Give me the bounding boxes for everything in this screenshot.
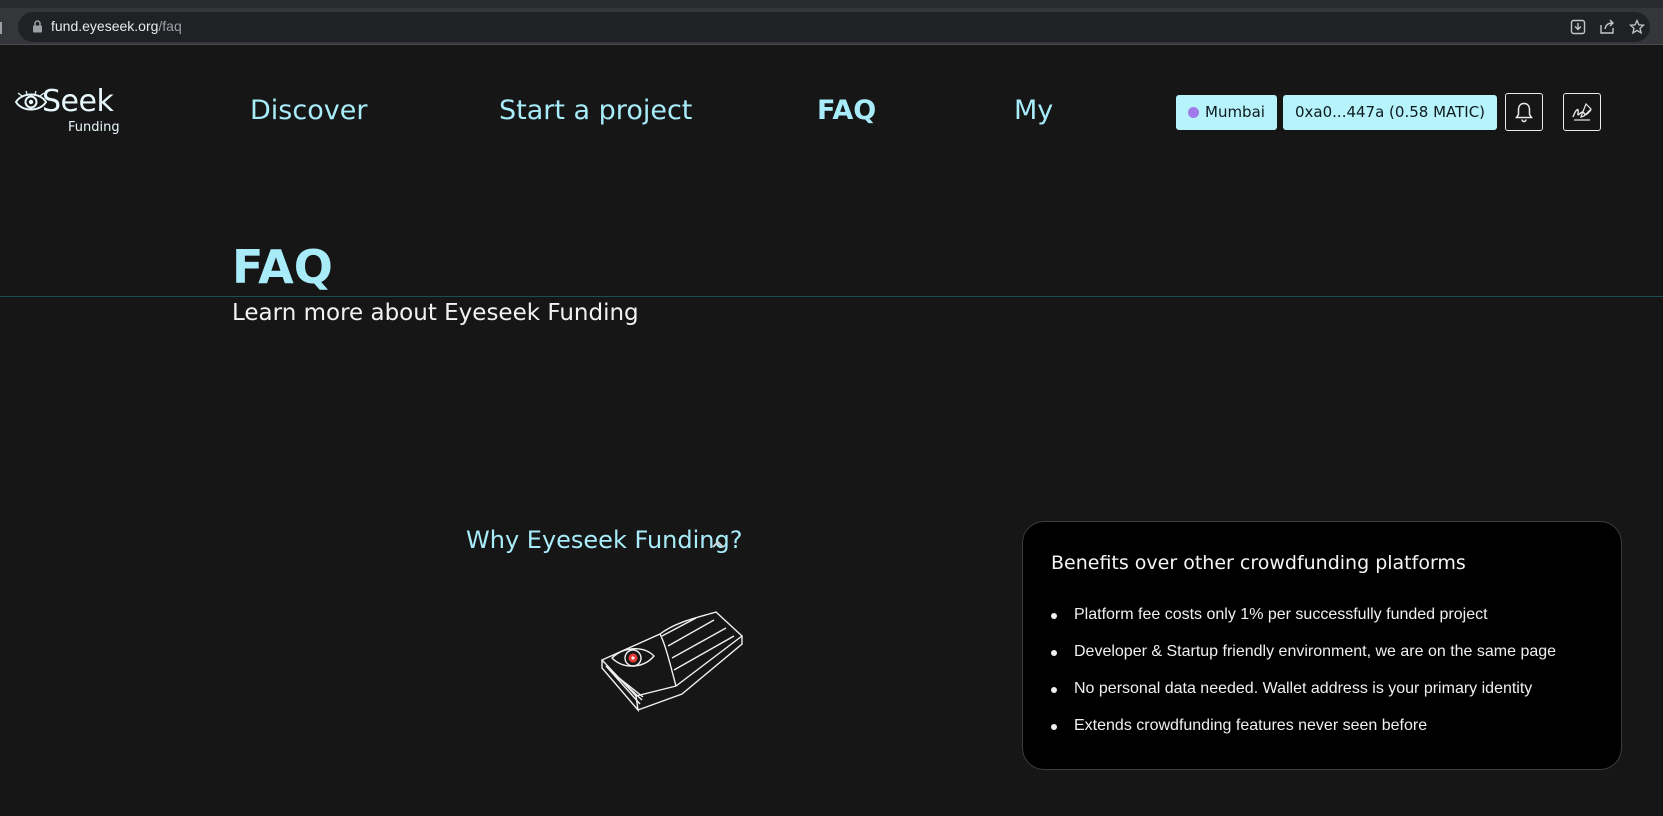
nav-faq[interactable]: FAQ [817,95,876,126]
eyeseek-logo[interactable]: Seek Funding [14,84,124,136]
benefit-text: No personal data needed. Wallet address … [1074,680,1533,697]
nav-discover[interactable]: Discover [250,95,367,126]
browser-toolbar: fund.eyeseek.org/faq [0,8,1663,44]
page-title: FAQ [232,240,333,294]
list-item: No personal data needed. Wallet address … [1051,680,1556,717]
bullet-icon [1051,724,1057,730]
network-label: Mumbai [1205,103,1265,121]
faq-question[interactable]: Why Eyeseek Funding? [466,526,742,554]
browser-tab-strip [0,0,1663,8]
chevron-up-icon[interactable] [710,538,726,550]
logo-wordmark: Seek [42,84,114,119]
profile-button[interactable] [1563,93,1601,131]
notifications-button[interactable] [1505,93,1543,131]
network-dot-icon [1188,107,1199,118]
wallet-label: 0xa0...447a (0.58 MATIC) [1295,103,1486,121]
nav-my[interactable]: My [1014,95,1053,126]
star-icon[interactable] [1629,19,1645,35]
list-item: Developer & Startup friendly environment… [1051,643,1556,680]
benefit-text: Platform fee costs only 1% per successfu… [1074,606,1488,623]
benefits-title: Benefits over other crowdfunding platfor… [1051,552,1466,574]
benefits-list: Platform fee costs only 1% per successfu… [1051,606,1556,754]
nav-start-project[interactable]: Start a project [499,95,692,126]
back-edge-icon[interactable] [0,22,4,34]
benefit-text: Extends crowdfunding features never seen… [1074,717,1428,734]
share-icon[interactable] [1599,19,1615,35]
address-bar[interactable]: fund.eyeseek.org/faq [18,12,1650,42]
signature-icon [1572,102,1592,121]
book-eye-illustration [600,611,744,713]
install-icon[interactable] [1570,19,1586,35]
benefits-card: Benefits over other crowdfunding platfor… [1022,521,1622,770]
url-path: /faq [158,18,182,34]
wallet-button[interactable]: 0xa0...447a (0.58 MATIC) [1283,95,1498,130]
page-subtitle: Learn more about Eyeseek Funding [232,300,639,326]
url-host: fund.eyeseek.org [51,18,159,34]
bullet-icon [1051,613,1057,619]
browser-divider [0,44,1663,45]
bullet-icon [1051,650,1057,656]
hero-divider [0,296,1663,297]
lock-icon[interactable] [32,20,43,33]
network-button[interactable]: Mumbai [1176,95,1277,130]
logo-subtitle: Funding [68,120,120,135]
bullet-icon [1051,687,1057,693]
list-item: Platform fee costs only 1% per successfu… [1051,606,1556,643]
benefit-text: Developer & Startup friendly environment… [1074,643,1557,660]
list-item: Extends crowdfunding features never seen… [1051,717,1556,754]
url-text[interactable]: fund.eyeseek.org/faq [51,18,182,34]
bell-icon [1515,102,1533,123]
